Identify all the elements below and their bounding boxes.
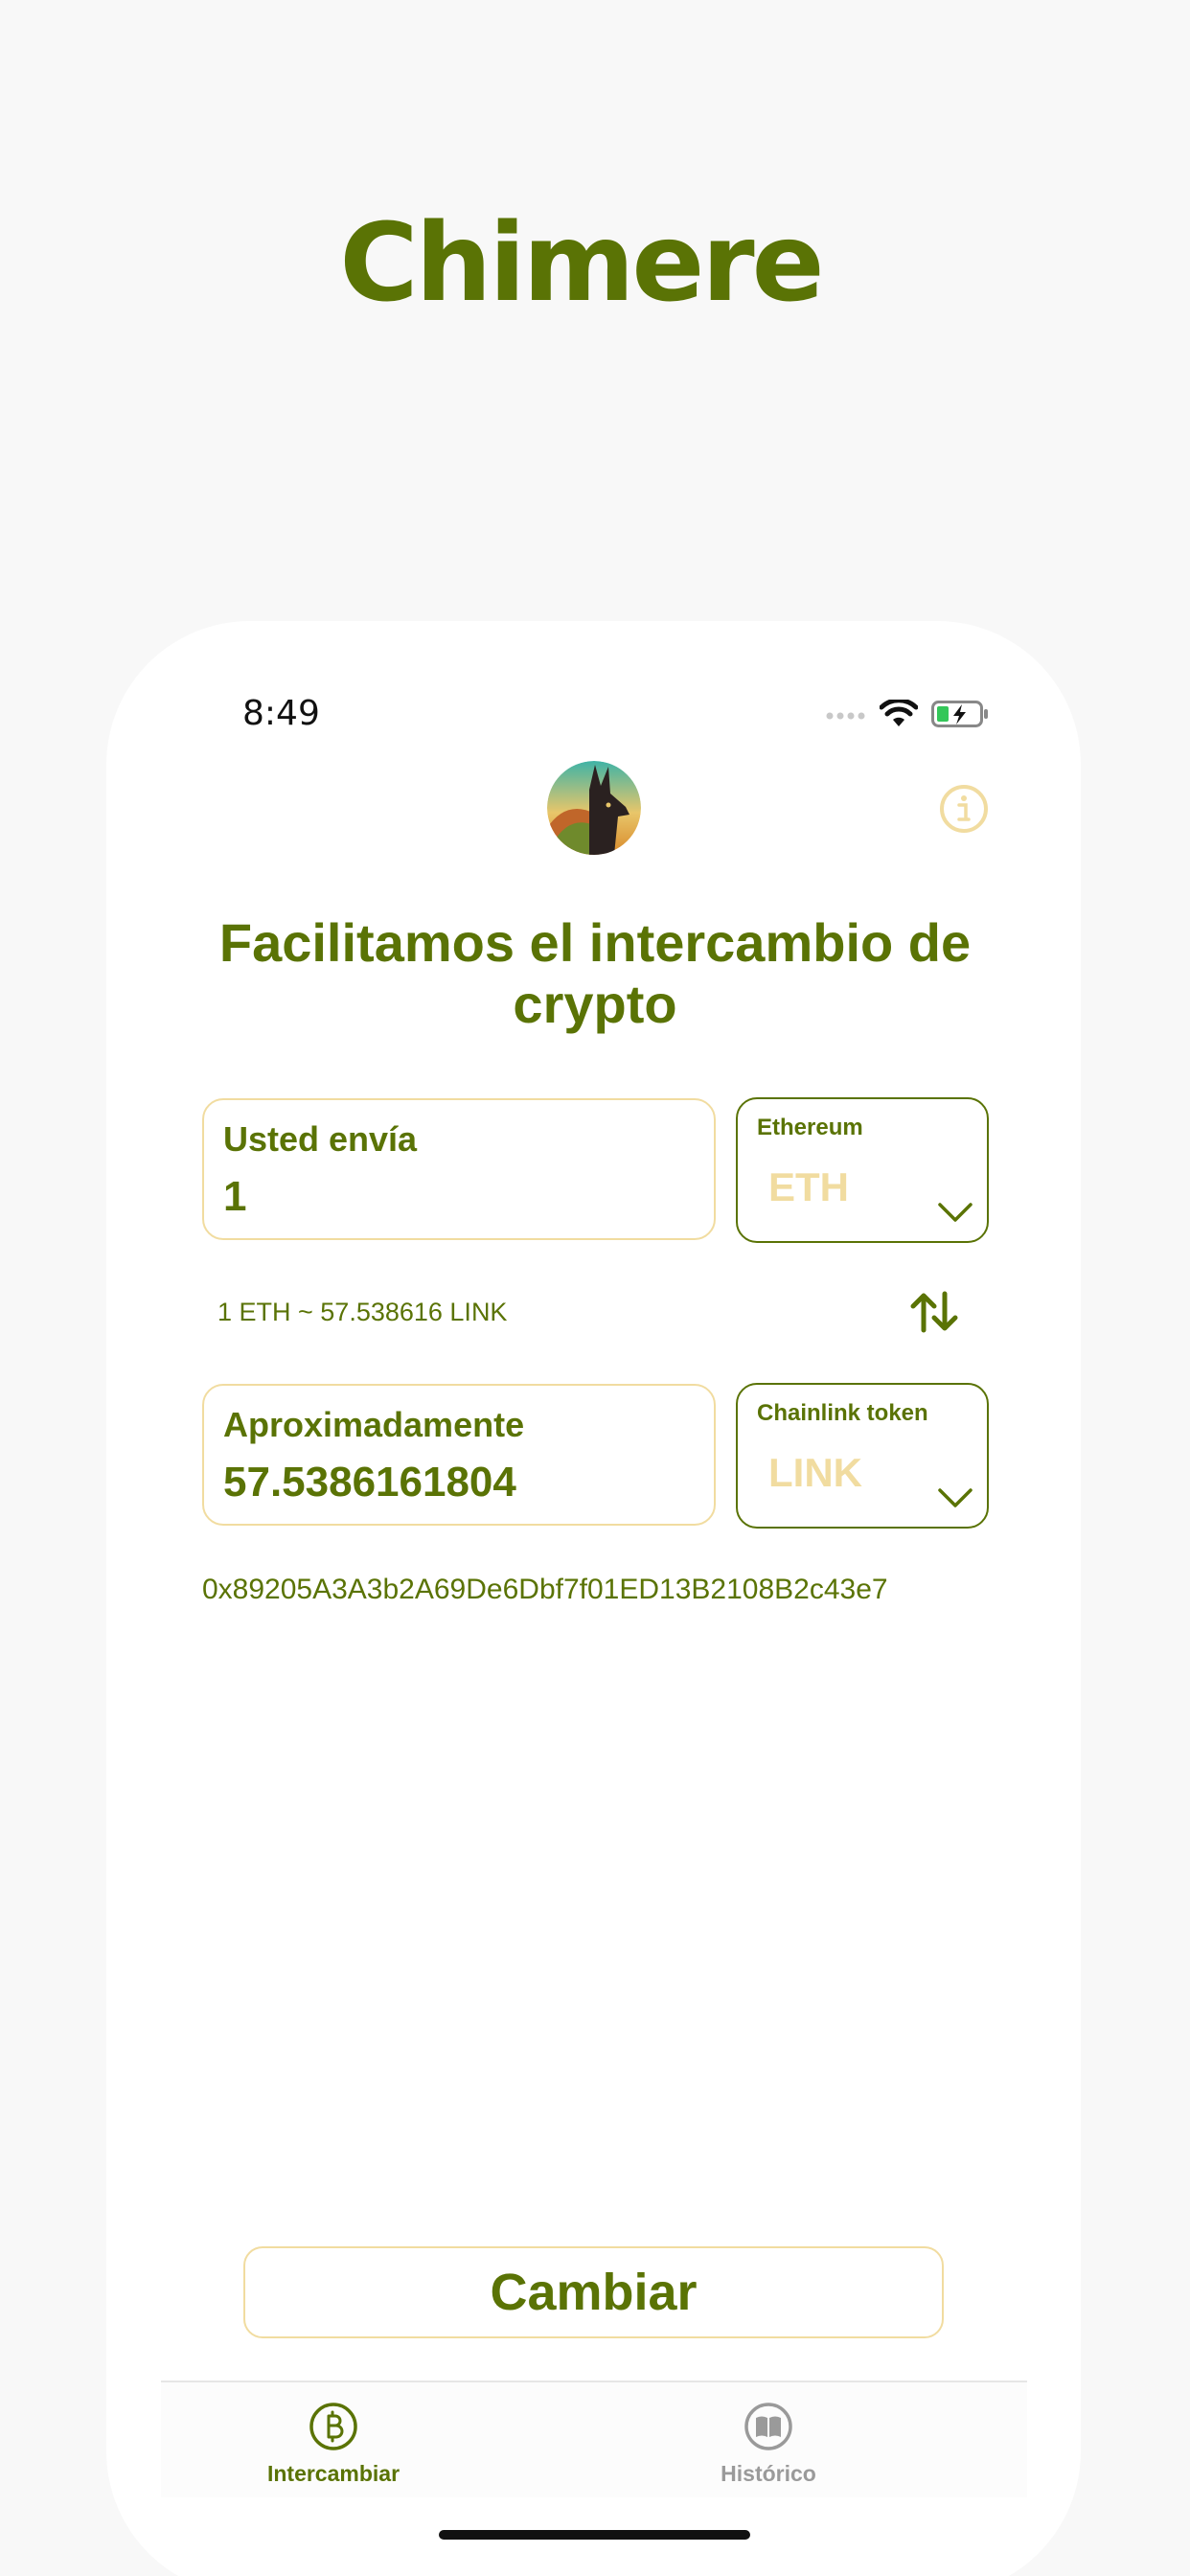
tab-bar: Intercambiar Histórico — [161, 2380, 1027, 2497]
token-contract-address: 0x89205A3A3b2A69De6Dbf7f01ED13B2108B2c43… — [202, 1574, 888, 1605]
send-amount-field[interactable]: Usted envía — [202, 1098, 716, 1240]
cambiar-button[interactable]: Cambiar — [243, 2246, 944, 2338]
tab-historico[interactable]: Histórico — [625, 2382, 912, 2497]
receive-amount-input[interactable] — [223, 1459, 683, 1506]
send-amount-input[interactable] — [223, 1173, 683, 1221]
page: Chimere 8:49 Facilitamos el intercambio … — [0, 0, 1190, 2576]
receive-token-symbol: LINK — [768, 1450, 862, 1495]
phone-frame: 8:49 Facilitamos el intercambio de crypt… — [106, 621, 1081, 2576]
swap-arrows-icon[interactable] — [907, 1288, 961, 1336]
headline: Facilitamos el intercambio de crypto — [218, 912, 972, 1034]
status-time: 8:49 — [242, 694, 320, 733]
tab-intercambiar-label: Intercambiar — [266, 2461, 400, 2486]
receive-amount-field[interactable]: Aproximadamente — [202, 1384, 716, 1526]
anubis-avatar[interactable] — [547, 761, 641, 855]
receive-token-selector[interactable]: Chainlink token LINK — [736, 1383, 989, 1529]
send-token-name: Ethereum — [757, 1115, 863, 1140]
status-icons — [826, 700, 989, 728]
home-indicator — [439, 2530, 750, 2540]
tab-historico-label: Histórico — [721, 2461, 816, 2486]
brand-title: Chimere — [339, 201, 824, 326]
receive-amount-label: Aproximadamente — [223, 1405, 525, 1444]
wifi-icon — [880, 700, 918, 726]
send-token-selector[interactable]: Ethereum ETH — [736, 1097, 989, 1243]
tab-intercambiar[interactable]: Intercambiar — [190, 2382, 477, 2497]
book-icon — [744, 2403, 792, 2450]
battery-charging-icon — [931, 701, 988, 727]
send-token-symbol: ETH — [768, 1164, 849, 1209]
info-icon[interactable] — [939, 784, 989, 834]
send-amount-label: Usted envía — [223, 1119, 418, 1159]
chevron-down-icon — [938, 1488, 973, 1507]
exchange-rate-text: 1 ETH ~ 57.538616 LINK — [217, 1298, 508, 1326]
chevron-down-icon — [938, 1203, 973, 1222]
receive-token-name: Chainlink token — [757, 1400, 928, 1426]
bitcoin-icon — [309, 2403, 357, 2450]
signal-icon — [826, 712, 865, 720]
